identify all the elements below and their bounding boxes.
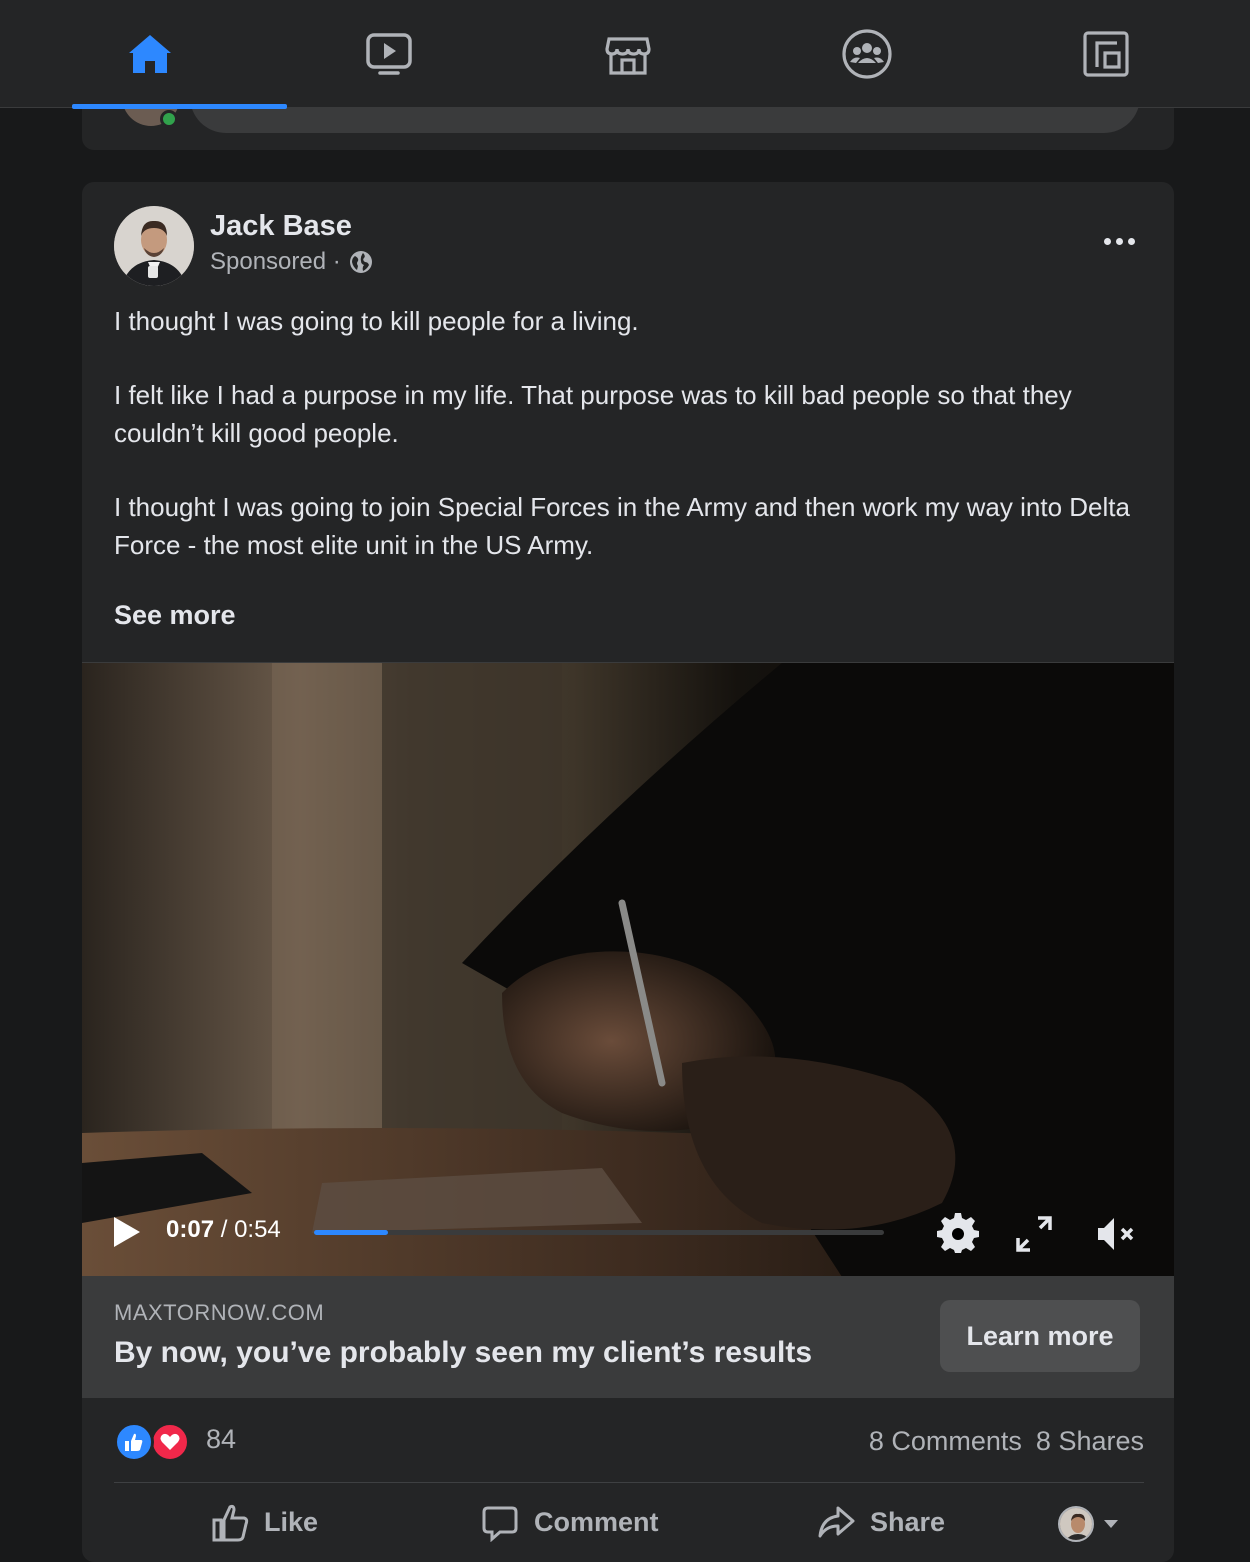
shares-count[interactable]: 8 Shares [1036,1426,1144,1457]
engagement-stats: 8 Comments 8 Shares [869,1426,1144,1457]
more-dot [1103,237,1111,245]
link-domain: MAXTORNOW.COM [114,1300,325,1325]
reactions-summary: 84 8 Comments 8 Shares [114,1420,1144,1470]
share-button[interactable]: Share [816,1502,945,1542]
post-header: Jack Base Sponsored · [114,206,1144,286]
fullscreen-icon[interactable] [1012,1212,1056,1256]
more-options-button[interactable] [1094,224,1144,258]
video-player[interactable]: 0:07 / 0:54 [82,662,1174,1276]
comments-count[interactable]: 8 Comments [869,1426,1022,1457]
video-progress-fill [314,1230,389,1235]
thumbs-up-icon [212,1504,249,1542]
top-navigation [0,0,1250,109]
video-time: 0:07 / 0:54 [166,1216,281,1244]
sponsored-label[interactable]: Sponsored · [210,248,341,276]
post-paragraph: I felt like I had a purpose in my life. … [114,380,1072,448]
post-meta: Sponsored · [210,248,373,276]
post-actions: Like Comment Share [114,1494,1144,1554]
video-progress-bar[interactable] [314,1230,884,1235]
tab-home[interactable] [30,0,287,109]
more-dot [1127,237,1135,245]
love-reaction-icon [150,1422,190,1462]
home-icon [128,35,171,73]
share-icon [818,1506,855,1538]
time-separator: / [214,1216,235,1243]
post-paragraph: I thought I was going to kill people for… [114,306,639,336]
link-preview[interactable]: MAXTORNOW.COM By now, you’ve probably se… [82,1276,1174,1398]
comment-icon [482,1506,518,1542]
groups-icon [841,29,892,79]
video-controls: 0:07 / 0:54 [82,1186,1174,1276]
play-icon[interactable] [112,1216,142,1248]
post-paragraph: I thought I was going to join Special Fo… [114,492,1130,560]
comment-button[interactable]: Comment [480,1502,659,1542]
store-icon [604,37,651,75]
reaction-count[interactable]: 84 [206,1424,236,1455]
see-more-link[interactable]: See more [114,600,236,631]
author-avatar[interactable] [114,206,194,286]
learn-more-button[interactable]: Learn more [940,1300,1140,1372]
online-status-dot [160,110,178,128]
reaction-icons[interactable] [114,1422,194,1466]
author-name[interactable]: Jack Base [210,210,352,243]
comment-label: Comment [534,1506,659,1537]
like-reaction-icon [114,1422,154,1462]
link-headline: By now, you’ve probably seen my client’s… [114,1336,812,1369]
like-label: Like [264,1506,319,1537]
post-body: I thought I was going to kill people for… [114,302,1144,600]
like-button[interactable]: Like [210,1502,318,1542]
video-duration: 0:54 [234,1216,281,1243]
globe-icon [349,251,372,273]
divider [114,1482,1144,1483]
sponsored-post: Jack Base Sponsored · I thought I was go… [82,182,1174,1562]
video-icon [365,33,412,75]
chevron-down-icon [1104,1520,1118,1528]
share-label: Share [870,1506,946,1537]
tab-marketplace[interactable] [508,0,747,108]
video-frame [82,663,1174,1276]
tab-watch[interactable] [269,0,508,108]
user-avatar-small [1058,1506,1094,1542]
muted-volume-icon[interactable] [1094,1212,1138,1256]
post-as-selector[interactable] [1058,1506,1118,1542]
tab-groups[interactable] [747,0,986,108]
current-time: 0:07 [166,1216,215,1243]
tab-gaming[interactable] [986,0,1225,108]
more-dot [1115,237,1123,245]
settings-gear-icon[interactable] [936,1212,980,1256]
gaming-icon [1082,31,1129,77]
